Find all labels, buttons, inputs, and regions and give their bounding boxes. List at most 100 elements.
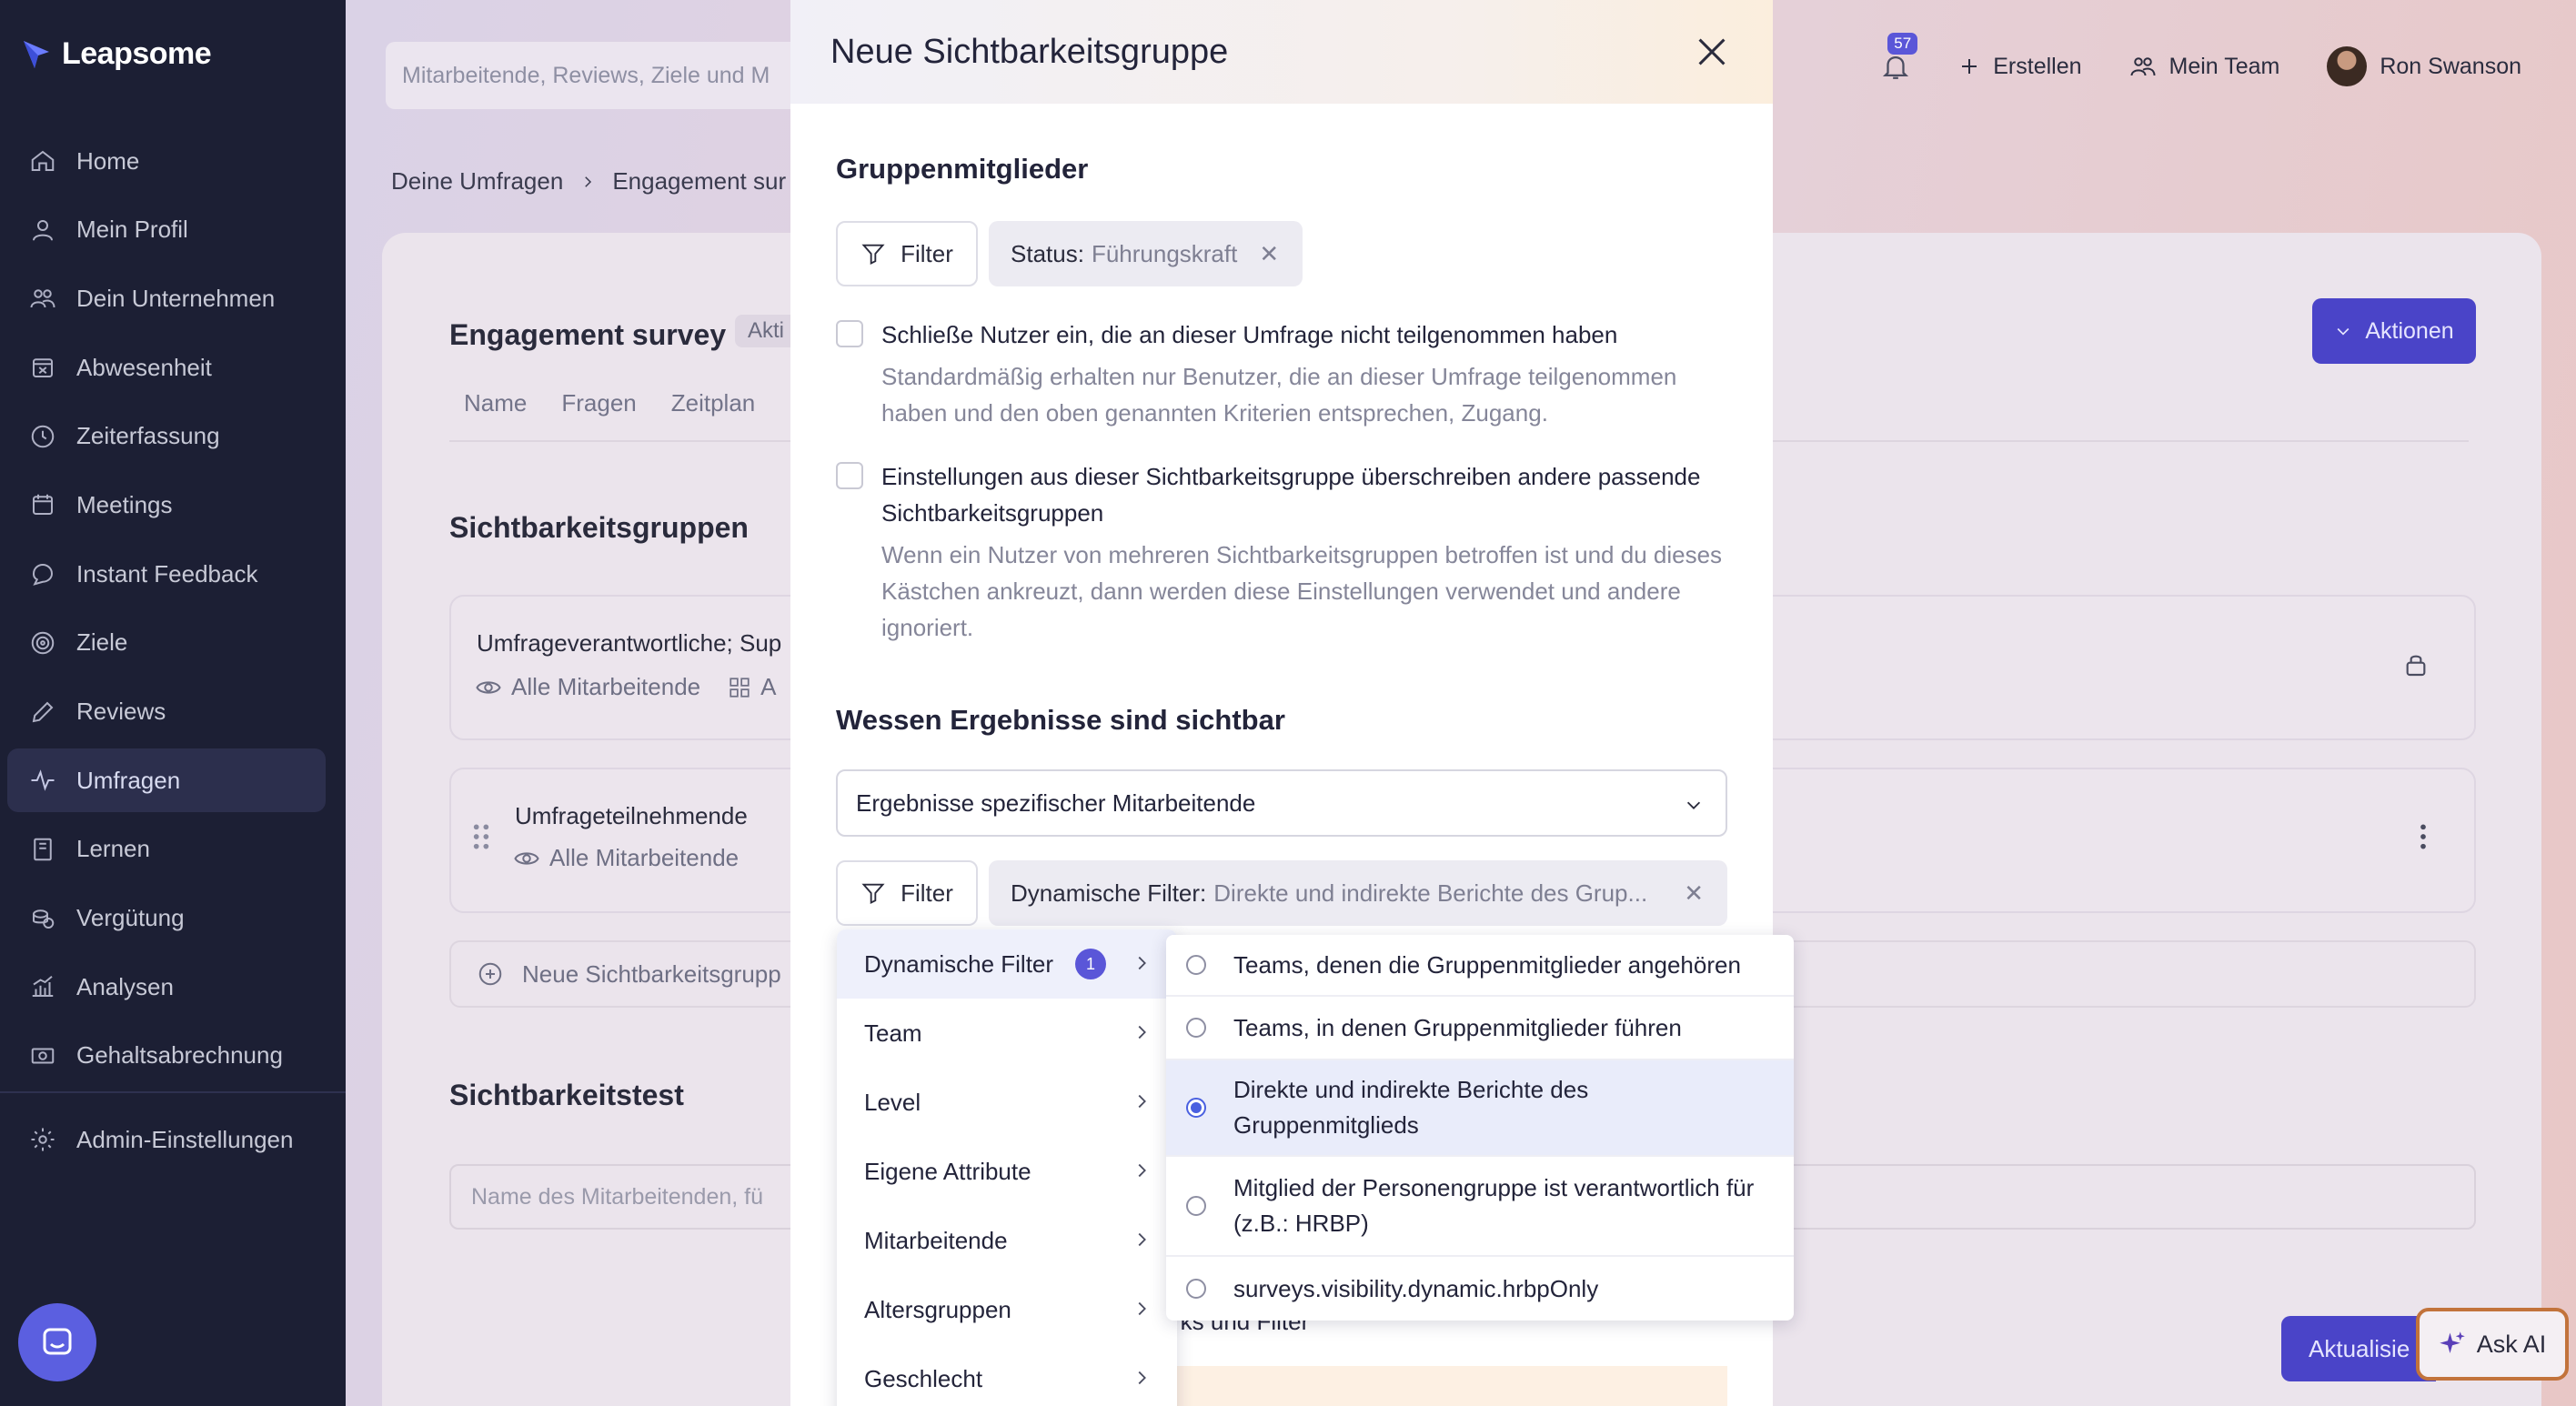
chevron-right-icon [1138,1301,1146,1316]
sidebar-item-analytics[interactable]: Analysen [7,955,326,1019]
members-filter-button[interactable]: Filter [836,221,978,286]
sidebar-item-surveys[interactable]: Umfragen [7,748,326,813]
close-icon[interactable] [1691,31,1733,73]
sidebar-item-label: Umfragen [76,766,181,794]
sidebar-item-home[interactable]: Home [7,129,326,193]
chevron-down-icon [1686,801,1701,809]
breadcrumb: Deine Umfragen Engagement sur [391,167,786,196]
breadcrumb-survey[interactable]: Engagement sur [612,167,786,196]
sidebar-item-compensation[interactable]: Vergütung [7,887,326,950]
menu-item-level[interactable]: Level [837,1068,1177,1137]
user-menu[interactable]: Ron Swanson [2327,46,2521,86]
status-filter-chip[interactable]: Status: Führungskraft ✕ [989,221,1303,286]
filter-icon [861,244,885,266]
menu-item-gender[interactable]: Geschlecht [837,1344,1177,1406]
notifications-button[interactable]: 57 [1880,33,1918,82]
sidebar-item-label: Lernen [76,835,150,863]
sidebar-item-learning[interactable]: Lernen [7,818,326,881]
menu-item-dynamic-filters[interactable]: Dynamische Filter 1 [837,929,1177,999]
dynamic-option[interactable]: Teams, in denen Gruppenmitglieder führen [1166,997,1794,1060]
dynamic-option-selected[interactable]: Direkte und indirekte Berichte des Grupp… [1166,1060,1794,1157]
topbar-actions: 57 Erstellen Mein Team Ron Swanson [1880,33,2521,96]
pulse-icon [31,769,55,791]
menu-item-custom-attributes[interactable]: Eigene Attribute [837,1137,1177,1206]
money-icon [31,1048,55,1064]
actions-button[interactable]: Aktionen [2312,298,2476,364]
sidebar-item-meetings[interactable]: Meetings [7,473,326,537]
actions-label: Aktionen [2365,317,2454,344]
results-scope-select[interactable]: Ergebnisse spezifischer Mitarbeitende [836,769,1727,837]
gear-icon [31,1128,55,1151]
chevron-right-icon [585,176,592,187]
create-button[interactable]: Erstellen [1958,54,2082,80]
user-name: Ron Swanson [2380,53,2521,79]
chevron-right-icon [1138,1232,1146,1247]
visibility-scope: Alle Mitarbeitende [511,673,701,700]
menu-item-employees[interactable]: Mitarbeitende [837,1206,1177,1275]
radio-button-selected[interactable] [1186,1098,1206,1118]
sidebar-item-label: Gehaltsabrechnung [76,1041,283,1070]
my-team-button[interactable]: Mein Team [2129,53,2279,80]
update-button[interactable]: Aktualisie [2281,1316,2436,1381]
override-settings-help: Wenn ein Nutzer von mehreren Sichtbarkei… [881,541,1723,641]
ask-ai-button[interactable]: Ask AI [2416,1308,2569,1381]
radio-button[interactable] [1186,955,1206,975]
sidebar-item-admin-settings[interactable]: Admin-Einstellungen [7,1108,326,1171]
sidebar-item-goals[interactable]: Ziele [7,611,326,675]
menu-item-age-groups[interactable]: Altersgruppen [837,1275,1177,1344]
sidebar-item-company[interactable]: Dein Unternehmen [7,266,326,330]
sidebar-item-label: Reviews [76,698,166,725]
sidebar-item-label: Vergütung [76,904,185,932]
sidebar-item-label: Dein Unternehmen [76,284,276,312]
chevron-right-icon [1138,1371,1146,1385]
avatar [2327,46,2368,86]
more-vertical-icon[interactable] [2414,822,2432,851]
sidebar-item-instant-feedback[interactable]: Instant Feedback [7,542,326,606]
support-chat-button[interactable] [18,1303,96,1381]
tab-schedule[interactable]: Zeitplan [671,389,756,417]
home-icon [31,150,55,171]
tab-name[interactable]: Name [464,389,527,417]
sidebar-item-profile[interactable]: Mein Profil [7,198,326,262]
remove-chip-icon[interactable]: ✕ [1684,879,1704,908]
logo-text: Leapsome [62,36,212,71]
include-nonparticipants-checkbox[interactable] [836,320,863,347]
dynamic-option-label: Direkte und indirekte Berichte des Grupp… [1233,1076,1589,1139]
dynamic-option-label: surveys.visibility.dynamic.hrbpOnly [1233,1274,1599,1302]
include-nonparticipants-row: Schließe Nutzer ein, die an dieser Umfra… [836,316,1746,431]
dynamic-filter-chip[interactable]: Dynamische Filter: Direkte und indirekte… [989,860,1727,926]
dynamic-option[interactable]: Mitglied der Personengruppe ist verantwo… [1166,1157,1794,1257]
visibility-extra: A [760,673,777,700]
chip-value: Führungskraft [1091,239,1238,267]
logo[interactable]: Leapsome [22,36,212,72]
radio-button[interactable] [1186,1196,1206,1216]
radio-button[interactable] [1186,1018,1206,1038]
lock-icon [2406,655,2426,677]
remove-chip-icon[interactable]: ✕ [1259,240,1279,268]
sidebar-item-absence[interactable]: Abwesenheit [7,336,326,399]
results-filter-button[interactable]: Filter [836,860,978,926]
dynamic-option[interactable]: Teams, denen die Gruppenmitglieder angeh… [1166,935,1794,997]
dynamic-filter-options: Teams, denen die Gruppenmitglieder angeh… [1166,935,1794,1321]
sidebar-item-label: Instant Feedback [76,559,258,588]
sidebar-item-time-tracking[interactable]: Zeiterfassung [7,405,326,468]
menu-item-team[interactable]: Team [837,999,1177,1068]
chip-key: Status: [1011,239,1084,267]
team-icon [2130,57,2156,76]
breadcrumb-surveys[interactable]: Deine Umfragen [391,167,563,196]
survey-title: Engagement survey [449,318,727,351]
sidebar-item-payroll[interactable]: Gehaltsabrechnung [7,1024,326,1088]
chat-icon [32,564,54,586]
bell-icon [1883,55,1909,79]
drag-handle-icon[interactable] [471,822,491,851]
visibility-group-name: Umfrageverantwortliche; Sup [477,629,782,657]
tab-questions[interactable]: Fragen [561,389,636,417]
modal-title: Neue Sichtbarkeitsgruppe [830,32,1229,71]
override-settings-checkbox[interactable] [836,462,863,489]
radio-button[interactable] [1186,1279,1206,1299]
clock-icon [31,425,55,447]
sidebar-item-reviews[interactable]: Reviews [7,680,326,744]
leapsome-logo-icon [24,40,49,68]
sidebar-item-label: Home [76,146,140,175]
dynamic-option[interactable]: surveys.visibility.dynamic.hrbpOnly [1166,1257,1794,1321]
